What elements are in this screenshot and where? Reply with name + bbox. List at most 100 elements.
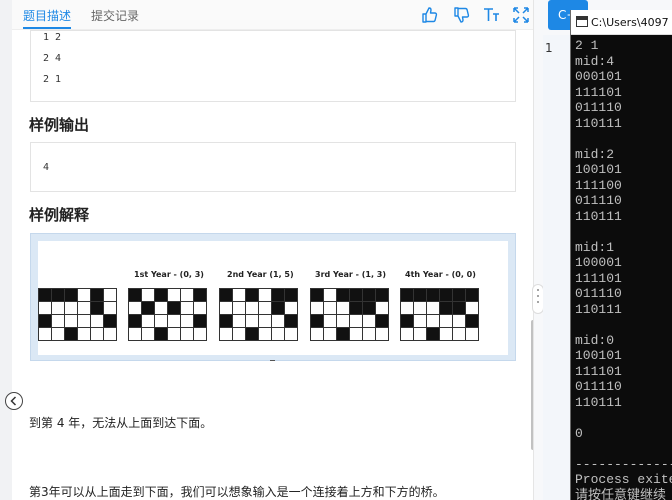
- grid-cell-water: [311, 289, 324, 302]
- thumb-up-icon[interactable]: [420, 5, 440, 25]
- explanation-heading: 样例解释: [29, 206, 90, 224]
- left-gutter-strip: [0, 0, 12, 500]
- grid-cell-water: [155, 289, 168, 302]
- explanation-figure: 1st Year - (0, 3) 2nd Year (1, 5) 3rd Year…: [30, 233, 516, 361]
- console-line: mid:0: [575, 332, 615, 348]
- grid-cell-water: [39, 289, 52, 302]
- console-line: 011110: [575, 193, 622, 208]
- split-divider[interactable]: [533, 0, 543, 500]
- grid-cell-water: [91, 289, 104, 302]
- grid-cell-water: [155, 328, 168, 341]
- grid-cell-land: [272, 328, 285, 341]
- console-line: mid:4: [575, 53, 615, 69]
- grid-cell-land: [91, 328, 104, 341]
- problem-panel: 题目描述 提交记录 1 2 2 4 2 1 样例输出 4 样例解释 1st Ye…: [12, 0, 533, 500]
- grid-cell-land: [142, 289, 155, 302]
- grid-cell-land: [376, 328, 389, 341]
- expand-icon[interactable]: [511, 5, 531, 25]
- grid-cell-land: [220, 302, 233, 315]
- console-line: 011110: [575, 100, 622, 115]
- sample-input-line: 2 1: [43, 74, 62, 85]
- grid-cell-land: [65, 302, 78, 315]
- grid-cell-land: [427, 302, 440, 315]
- grid-cell-water: [363, 289, 376, 302]
- grid-cell-land: [181, 289, 194, 302]
- sample-input-box: 1 2 2 4 2 1: [30, 30, 516, 102]
- grid-cell-land: [440, 328, 453, 341]
- grid-cell-land: [78, 302, 91, 315]
- sample-output-value: 4: [43, 162, 50, 173]
- grid-cell-water: [466, 289, 479, 302]
- console-line: mid:2: [575, 146, 615, 162]
- grid-cell-water: [65, 328, 78, 341]
- tab-active-indicator: [23, 27, 71, 29]
- grid-cell-water: [272, 302, 285, 315]
- grid-cell-land: [259, 302, 272, 315]
- sample-input-line: 1 2: [43, 32, 62, 43]
- figure-grid: [400, 288, 479, 341]
- grid-cell-water: [453, 289, 466, 302]
- console-titlebar[interactable]: C:\Users\4097: [571, 10, 672, 35]
- grid-cell-land: [52, 315, 65, 328]
- grid-cell-land: [233, 302, 246, 315]
- grid-cell-land: [104, 328, 117, 341]
- grid-cell-land: [401, 302, 414, 315]
- figure-year-label: 3rd Year - (1, 3): [315, 270, 387, 279]
- grid-cell-water: [350, 302, 363, 315]
- console-line: 2 1: [575, 38, 599, 53]
- explanation-paragraph: 到第 4 年，无法从上面到达下面。: [29, 416, 213, 430]
- grid-cell-land: [181, 315, 194, 328]
- grid-cell-land: [52, 328, 65, 341]
- grid-cell-water: [246, 328, 259, 341]
- console-line: 100001: [575, 255, 622, 270]
- thumb-down-icon[interactable]: [452, 5, 472, 25]
- console-line: 0: [575, 425, 583, 441]
- console-line: 011110: [575, 286, 622, 301]
- grid-cell-land: [453, 328, 466, 341]
- grid-cell-land: [78, 315, 91, 328]
- grid-cell-water: [440, 302, 453, 315]
- grid-cell-land: [453, 315, 466, 328]
- grid-cell-land: [376, 302, 389, 315]
- grid-cell-land: [337, 315, 350, 328]
- grid-cell-land: [414, 328, 427, 341]
- grid-cell-water: [220, 315, 233, 328]
- figure-grid: [128, 288, 207, 341]
- grid-cell-water: [376, 315, 389, 328]
- grid-cell-water: [363, 302, 376, 315]
- font-size-icon[interactable]: [482, 5, 502, 25]
- grid-cell-land: [181, 328, 194, 341]
- figure-grid: [219, 288, 298, 341]
- sample-input-line: 2 4: [43, 53, 62, 64]
- tab-submissions[interactable]: 提交记录: [91, 7, 139, 24]
- grid-cell-water: [453, 302, 466, 315]
- grid-cell-land: [168, 328, 181, 341]
- grid-cell-land: [52, 302, 65, 315]
- grid-cell-water: [311, 315, 324, 328]
- grid-cell-land: [233, 315, 246, 328]
- tab-description[interactable]: 题目描述: [23, 7, 71, 24]
- console-line: --------------------: [575, 456, 672, 472]
- grid-cell-land: [220, 328, 233, 341]
- grid-cell-land: [311, 302, 324, 315]
- grid-cell-land: [259, 289, 272, 302]
- figure-mark: [270, 360, 275, 361]
- console-line: 110111: [575, 115, 622, 131]
- grid-cell-water: [220, 289, 233, 302]
- grid-cell-land: [363, 328, 376, 341]
- collapse-button[interactable]: [5, 392, 23, 410]
- grid-cell-land: [466, 328, 479, 341]
- grid-cell-land: [427, 315, 440, 328]
- grid-cell-water: [246, 289, 259, 302]
- console-window[interactable]: C:\Users\4097 2 1 mid:4 000101 111101 011110…: [570, 10, 672, 500]
- grid-cell-land: [194, 328, 207, 341]
- grid-cell-water: [401, 289, 414, 302]
- console-line: 100101: [575, 162, 622, 177]
- grid-cell-water: [194, 315, 207, 328]
- console-line: 000101: [575, 69, 622, 84]
- grid-cell-land: [414, 302, 427, 315]
- grid-cell-land: [440, 315, 453, 328]
- console-line: mid:1: [575, 239, 615, 255]
- grid-cell-land: [324, 315, 337, 328]
